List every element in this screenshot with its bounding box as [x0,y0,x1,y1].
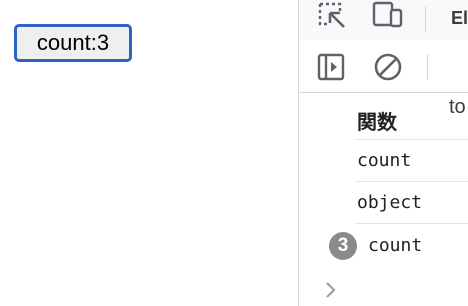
table-cell: object [357,192,423,213]
clear-console-icon[interactable] [373,52,403,82]
device-toolbar-icon[interactable] [371,0,405,30]
inspect-element-icon[interactable] [317,1,347,31]
devtools-main-toolbar: El [299,0,468,41]
table-row: count [299,140,468,182]
tab-elements[interactable]: El [451,8,468,29]
repeat-count-badge: 3 [329,232,357,260]
table-header: 関数 [357,110,397,134]
console-message-text: count [368,235,423,256]
toolbar-separator [425,6,426,32]
chevron-right-icon[interactable] [323,280,339,300]
devtools-panel: El to 関数 count object 3 count [298,0,468,306]
sidebar-toggle-icon[interactable] [317,52,347,82]
table-header-row: 関数 [299,98,468,140]
toolbar-separator [427,54,428,80]
count-button[interactable]: count:3 [14,24,132,62]
console-message-row: 3 count [299,224,468,266]
table-cell: count [357,150,412,171]
console-toolbar: to [299,40,468,118]
table-row: object [299,182,468,224]
